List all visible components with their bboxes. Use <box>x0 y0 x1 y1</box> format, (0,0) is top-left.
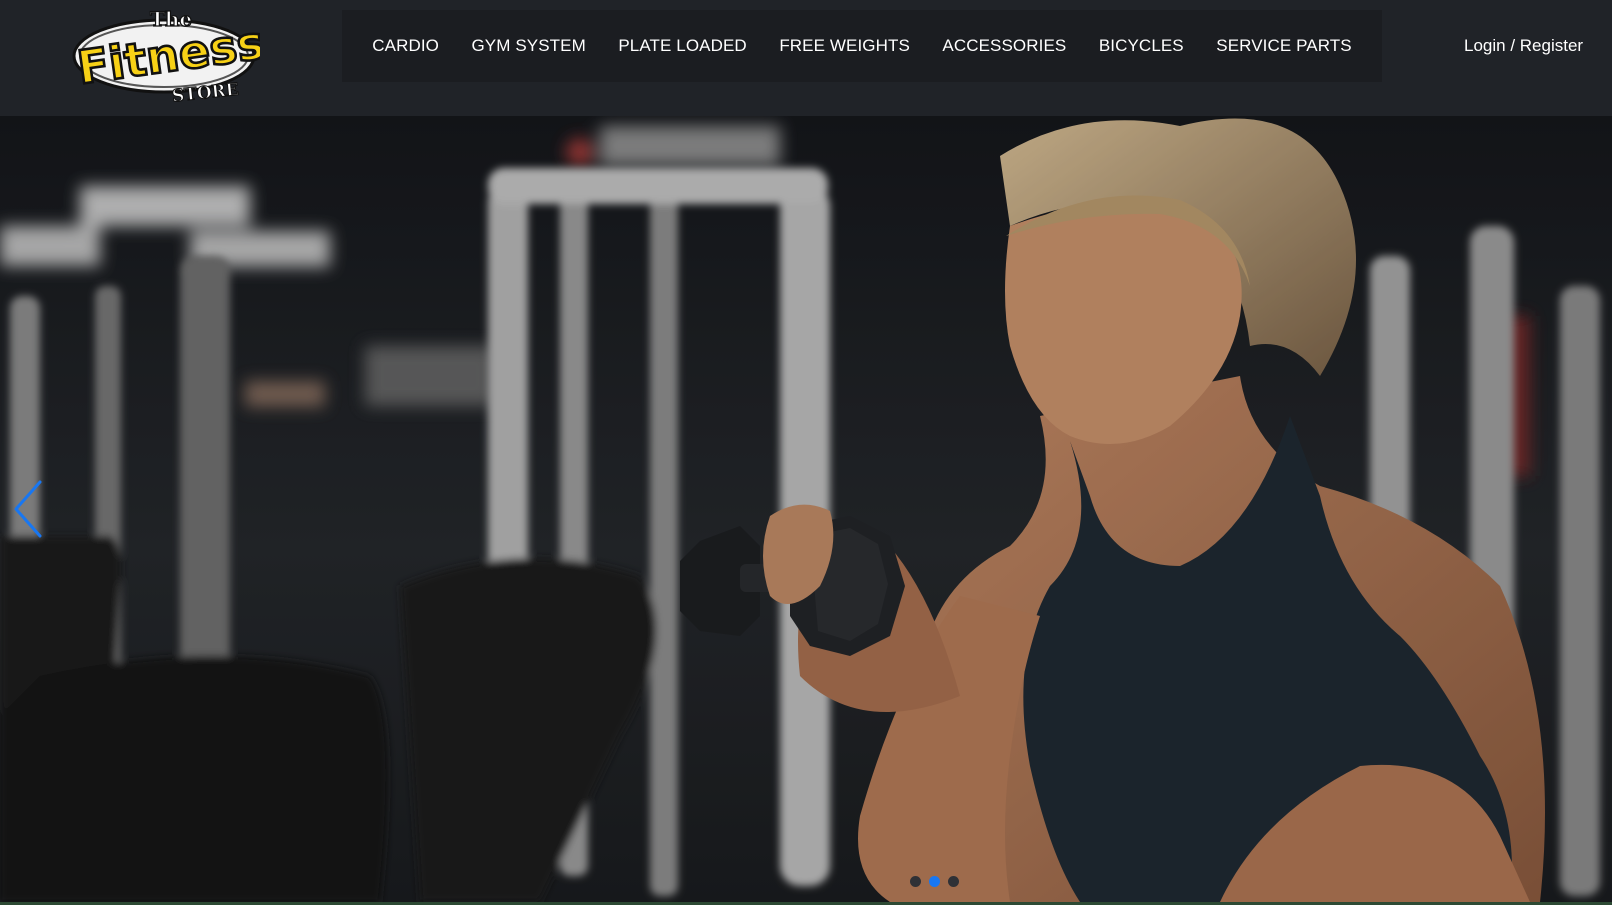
main-nav: CARDIO GYM SYSTEM PLATE LOADED FREE WEIG… <box>342 10 1382 82</box>
site-header: The Fitness STORE CARDIO GYM SYSTEM PLAT… <box>0 0 1612 116</box>
nav-item-bicycles[interactable]: BICYCLES <box>1099 36 1184 56</box>
nav-item-cardio[interactable]: CARDIO <box>372 36 439 56</box>
carousel-dot-2-active[interactable] <box>929 876 940 887</box>
fitness-store-logo-graphic: The Fitness STORE <box>72 6 269 107</box>
brand-logo[interactable]: The Fitness STORE <box>68 4 269 108</box>
carousel-indicators <box>910 876 959 887</box>
chevron-left-icon <box>14 480 42 538</box>
hero-slide-image <box>0 116 1612 902</box>
nav-item-gym-system[interactable]: GYM SYSTEM <box>471 36 585 56</box>
login-register-link[interactable]: Login / Register <box>1464 36 1583 56</box>
nav-item-service-parts[interactable]: SERVICE PARTS <box>1216 36 1351 56</box>
nav-item-plate-loaded[interactable]: PLATE LOADED <box>618 36 746 56</box>
carousel-prev-button[interactable] <box>8 476 48 542</box>
nav-item-free-weights[interactable]: FREE WEIGHTS <box>779 36 910 56</box>
nav-item-accessories[interactable]: ACCESSORIES <box>942 36 1066 56</box>
carousel-dot-1[interactable] <box>910 876 921 887</box>
hero-carousel <box>0 116 1612 902</box>
carousel-dot-3[interactable] <box>948 876 959 887</box>
